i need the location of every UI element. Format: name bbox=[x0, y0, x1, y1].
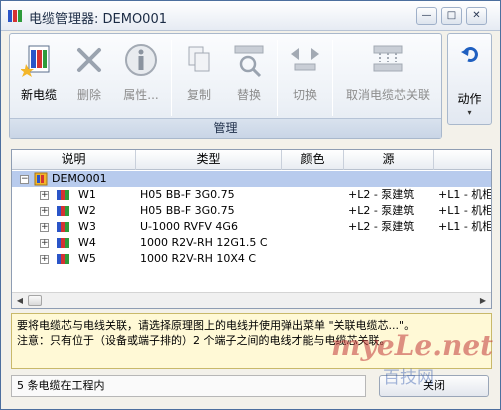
action-menu-button[interactable]: 动作 ▾ bbox=[447, 33, 492, 125]
cable-destination: +L1 - 机柜 bbox=[438, 204, 492, 217]
disassociate-core-button[interactable]: 取消电缆芯关联 bbox=[336, 36, 440, 116]
new-cable-label: 新电缆 bbox=[20, 88, 57, 102]
minimize-button[interactable]: — bbox=[416, 7, 437, 25]
switch-button[interactable]: 切换 bbox=[282, 36, 328, 116]
column-header-source[interactable]: 源 bbox=[344, 150, 434, 170]
cable-manager-window: 电缆管理器: DEMO001 — □ ✕ 新电缆 删除 属性... 复制 替换 … bbox=[0, 0, 501, 410]
cable-source: +L2 - 泵建筑 bbox=[348, 204, 415, 217]
table-row[interactable]: + W4 1000 R2V-RH 12G1.5 C bbox=[12, 235, 491, 251]
cable-source: +L2 - 泵建筑 bbox=[348, 188, 415, 201]
column-header-destination[interactable] bbox=[434, 150, 491, 170]
cable-icon bbox=[57, 254, 69, 264]
table-row[interactable]: + W2 H05 BB-F 3G0.75 +L2 - 泵建筑 +L1 - 机柜 bbox=[12, 203, 491, 219]
table-row[interactable]: + W3 U-1000 RVFV 4G6 +L2 - 泵建筑 +L1 - 机柜 bbox=[12, 219, 491, 235]
replace-icon bbox=[234, 45, 264, 78]
properties-label: 属性... bbox=[123, 88, 159, 102]
title-bar: 电缆管理器: DEMO001 — □ ✕ bbox=[1, 1, 500, 31]
expand-toggle[interactable]: + bbox=[40, 207, 49, 216]
tree-root-row[interactable]: − DEMO001 bbox=[12, 171, 491, 187]
cable-icon bbox=[57, 222, 69, 232]
replace-button[interactable]: 替换 bbox=[226, 36, 272, 116]
ribbon-separator bbox=[332, 40, 333, 116]
column-header-type[interactable]: 类型 bbox=[136, 150, 282, 170]
cable-name: W5 bbox=[78, 252, 96, 265]
group-label-manage: 管理 bbox=[10, 118, 441, 138]
cable-name: W2 bbox=[78, 204, 96, 217]
chevron-down-icon: ▾ bbox=[467, 108, 472, 117]
scroll-right-icon[interactable]: ▶ bbox=[476, 294, 490, 307]
cable-type: 1000 R2V-RH 12G1.5 C bbox=[140, 236, 268, 249]
delete-icon bbox=[77, 48, 101, 72]
new-cable-icon bbox=[21, 45, 50, 77]
root-name: DEMO001 bbox=[52, 172, 107, 185]
disassociate-core-label: 取消电缆芯关联 bbox=[345, 88, 430, 102]
close-button[interactable]: 关闭 bbox=[379, 375, 489, 397]
info-icon bbox=[125, 44, 157, 76]
scroll-thumb[interactable] bbox=[28, 295, 42, 306]
cable-type: H05 BB-F 3G0.75 bbox=[140, 188, 235, 201]
undo-arrow-icon bbox=[461, 47, 478, 62]
cable-name: W4 bbox=[78, 236, 96, 249]
expand-toggle[interactable]: + bbox=[40, 239, 49, 248]
replace-label: 替换 bbox=[236, 88, 261, 102]
status-bar: 5 条电缆在工程内 bbox=[11, 375, 366, 397]
table-row[interactable]: + W1 H05 BB-F 3G0.75 +L2 - 泵建筑 +L1 - 机柜 bbox=[12, 187, 491, 203]
cable-name: W1 bbox=[78, 188, 96, 201]
scroll-left-icon[interactable]: ◀ bbox=[13, 294, 27, 307]
cable-tree-grid[interactable]: 说明 类型 颜色 源 − DEMO001 + W1 H05 BB-F 3G0.7… bbox=[11, 149, 492, 309]
info-panel: 要将电缆芯与电线关联，请选择原理图上的电线并使用弹出菜单 "关联电缆芯..."。… bbox=[11, 313, 492, 369]
expand-toggle[interactable]: + bbox=[40, 255, 49, 264]
info-line-2: 注意：只有位于（设备或端子排的）2 个端子之间的电线才能与电缆芯关联。 bbox=[17, 334, 391, 347]
column-header-description[interactable]: 说明 bbox=[12, 150, 136, 170]
cable-icon bbox=[57, 206, 69, 216]
delete-button[interactable]: 删除 bbox=[68, 36, 110, 116]
cable-icon bbox=[57, 190, 69, 200]
new-cable-button[interactable]: 新电缆 bbox=[12, 36, 66, 116]
cable-type: H05 BB-F 3G0.75 bbox=[140, 204, 235, 217]
maximize-button[interactable]: □ bbox=[441, 7, 462, 25]
cable-name: W3 bbox=[78, 220, 96, 233]
cable-type: 1000 R2V-RH 10X4 C bbox=[140, 252, 257, 265]
disassociate-core-icon bbox=[373, 45, 403, 72]
ribbon-manage-group: 新电缆 删除 属性... 复制 替换 切换 取消电缆芯关联 管理 bbox=[9, 33, 442, 139]
switch-label: 切换 bbox=[292, 88, 317, 102]
copy-button[interactable]: 复制 bbox=[176, 36, 222, 116]
window-title: 电缆管理器: DEMO001 bbox=[29, 12, 167, 27]
cable-source: +L2 - 泵建筑 bbox=[348, 220, 415, 233]
cable-destination: +L1 - 机柜 bbox=[438, 188, 492, 201]
action-label: 动作 bbox=[457, 92, 482, 106]
info-line-1: 要将电缆芯与电线关联，请选择原理图上的电线并使用弹出菜单 "关联电缆芯..."。 bbox=[17, 319, 416, 332]
ribbon-separator bbox=[277, 40, 278, 116]
cable-type: U-1000 RVFV 4G6 bbox=[140, 220, 238, 233]
grid-header: 说明 类型 颜色 源 bbox=[12, 150, 491, 170]
ribbon-separator bbox=[171, 40, 172, 116]
project-icon bbox=[34, 172, 48, 186]
delete-label: 删除 bbox=[76, 88, 101, 102]
horizontal-scrollbar[interactable]: ◀ ▶ bbox=[12, 292, 491, 308]
expand-toggle[interactable]: + bbox=[40, 223, 49, 232]
copy-label: 复制 bbox=[186, 88, 211, 102]
expand-toggle[interactable]: + bbox=[40, 191, 49, 200]
properties-button[interactable]: 属性... bbox=[114, 36, 168, 116]
cable-icon bbox=[57, 238, 69, 248]
close-window-button[interactable]: ✕ bbox=[466, 7, 487, 25]
cable-destination: +L1 - 机柜 bbox=[438, 220, 492, 233]
copy-icon bbox=[188, 46, 210, 72]
switch-icon bbox=[291, 48, 319, 71]
column-header-color[interactable]: 颜色 bbox=[282, 150, 344, 170]
app-icon bbox=[8, 10, 22, 22]
collapse-toggle[interactable]: − bbox=[20, 175, 29, 184]
table-row[interactable]: + W5 1000 R2V-RH 10X4 C bbox=[12, 251, 491, 267]
